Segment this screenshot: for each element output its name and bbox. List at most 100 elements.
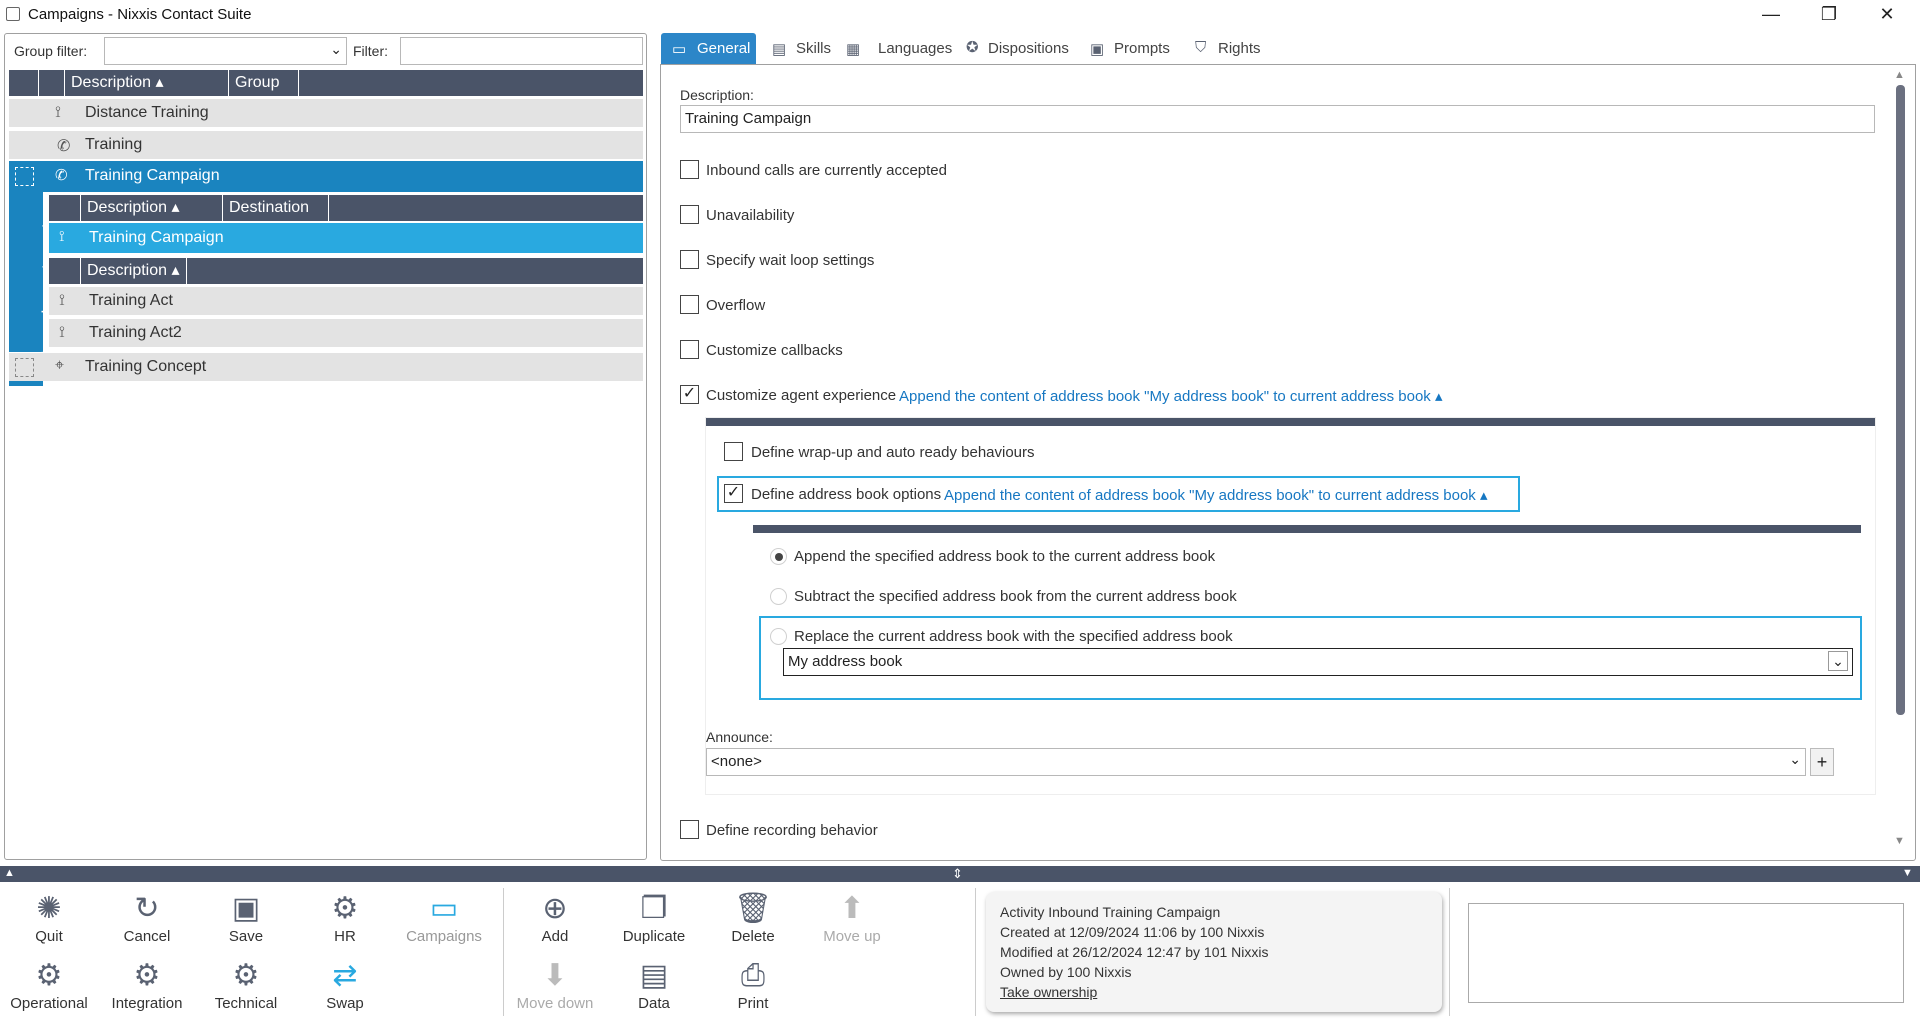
crosshair-icon: ⌖ <box>55 357 65 374</box>
grid-header: Description ▴ Group <box>9 70 643 96</box>
print-button[interactable]: ⎙ Print <box>708 957 798 1012</box>
gear-icon: ⚙ <box>232 959 260 992</box>
divider <box>1449 888 1450 1016</box>
description-input[interactable]: Training Campaign <box>680 105 1875 133</box>
divider <box>503 888 504 1016</box>
header-cell-blank <box>39 70 65 96</box>
filter-input[interactable] <box>400 37 643 65</box>
scrollbar-thumb[interactable] <box>1896 85 1905 715</box>
replace-radio[interactable] <box>770 628 787 645</box>
wrapup-checkbox[interactable] <box>724 442 743 461</box>
address-book-link[interactable]: Append the content of address book "My a… <box>944 486 1488 504</box>
take-ownership-link[interactable]: Take ownership <box>1000 982 1428 1002</box>
integration-button[interactable]: ⚙ Integration <box>102 957 192 1012</box>
move-down-button[interactable]: ⬇ Move down <box>510 957 600 1012</box>
header-group[interactable]: Group <box>229 70 299 96</box>
header-description[interactable]: Description ▴ <box>81 258 187 284</box>
minimize-button[interactable]: — <box>1742 0 1800 30</box>
scroll-down-icon[interactable]: ▼ <box>1894 835 1905 847</box>
option-label: Inbound calls are currently accepted <box>706 162 947 179</box>
button-label: Technical <box>214 995 278 1012</box>
option-label: Overflow <box>706 297 766 314</box>
header-description[interactable]: Description ▴ <box>81 195 223 221</box>
inbound-row-selected[interactable]: ⟟ Training Campaign <box>49 223 643 253</box>
add-announce-button[interactable]: + <box>1810 748 1834 776</box>
info-line: Created at 12/09/2024 11:06 by 100 Nixxi… <box>1000 924 1265 940</box>
swap-button[interactable]: ⇄ Swap <box>300 957 390 1012</box>
maximize-button[interactable]: ❐ <box>1800 0 1858 30</box>
address-book-select[interactable]: My address book ⌄ <box>783 648 1853 676</box>
refresh-icon: ↻ <box>134 892 160 925</box>
button-label: Data <box>638 995 670 1012</box>
splitter[interactable]: ▲ ⇕ ▼ <box>0 866 1920 882</box>
close-button[interactable]: ✕ <box>1858 0 1916 30</box>
scrollbar[interactable]: ▲ ▼ <box>1894 69 1906 849</box>
callbacks-checkbox[interactable] <box>680 340 699 359</box>
inbound-grid-header: Description ▴ Destination <box>49 195 643 221</box>
overflow-checkbox[interactable] <box>680 295 699 314</box>
duplicate-button[interactable]: ❐ Duplicate <box>609 890 699 945</box>
chevron-down-icon: ⌄ <box>1828 651 1848 671</box>
toolbar: ✺ Quit ↻ Cancel ▣ Save ⚙ HR ▭ Campaigns ⊕ Add … <box>0 882 1920 1020</box>
subtract-radio[interactable] <box>770 588 787 605</box>
list-item[interactable]: ✆ Training <box>9 130 643 159</box>
info-line: Activity Inbound Training Campaign <box>1000 904 1221 920</box>
collapse-icon[interactable] <box>15 167 34 186</box>
unavailability-checkbox[interactable] <box>680 205 699 224</box>
swap-icon: ⇄ <box>332 959 358 992</box>
button-label: Move down <box>516 995 594 1012</box>
option-label: Customize callbacks <box>706 342 843 359</box>
button-label: Delete <box>731 928 775 945</box>
cancel-button[interactable]: ↻ Cancel <box>102 890 192 945</box>
app-icon <box>6 7 20 21</box>
header-destination[interactable]: Destination <box>223 195 329 221</box>
inbound-accepted-checkbox[interactable] <box>680 160 699 179</box>
campaigns-button[interactable]: ▭ Campaigns <box>399 890 489 945</box>
window-title: Campaigns - Nixxis Contact Suite <box>28 6 252 23</box>
list-item-label: Training Campaign <box>85 167 220 184</box>
append-radio[interactable] <box>770 548 787 565</box>
list-item-selected[interactable]: ✆ Training Campaign <box>9 161 643 192</box>
operational-button[interactable]: ⚙ Operational <box>4 957 94 1012</box>
quit-button[interactable]: ✺ Quit <box>4 890 94 945</box>
notes-area[interactable] <box>1468 903 1904 1003</box>
print-icon: ⎙ <box>741 959 765 992</box>
info-box: Activity Inbound Training Campaign Creat… <box>986 892 1442 1012</box>
expand-icon[interactable] <box>15 358 34 377</box>
collapse-down-icon[interactable]: ▼ <box>1902 867 1913 879</box>
add-button[interactable]: ⊕ Add <box>510 890 600 945</box>
list-item[interactable]: ⟟ Training Act2 <box>49 318 643 347</box>
delete-button[interactable]: 🗑 Delete <box>708 890 798 945</box>
group-filter-label: Group filter: <box>14 43 88 59</box>
description-label: Description: <box>680 87 754 103</box>
announce-select[interactable]: <none> ⌄ <box>706 748 1806 776</box>
prompts-icon: ▣ <box>1090 41 1105 58</box>
recording-checkbox[interactable] <box>680 820 699 839</box>
list-item[interactable]: ⟟ Distance Training <box>9 98 643 127</box>
data-button[interactable]: ▤ Data <box>609 957 699 1012</box>
scroll-up-icon[interactable]: ▲ <box>1894 69 1905 81</box>
group-filter-select[interactable]: ⌄ <box>104 37 347 65</box>
list-item[interactable]: ⌖ Training Concept <box>9 352 643 381</box>
header-description[interactable]: Description ▴ <box>65 70 229 96</box>
collapse-up-icon[interactable]: ▲ <box>4 867 15 879</box>
button-label: HR <box>334 928 356 945</box>
resize-handle-icon[interactable]: ⇕ <box>952 866 963 882</box>
button-label: Move up <box>823 928 881 945</box>
agent-experience-link[interactable]: Append the content of address book "My a… <box>899 387 1443 405</box>
save-button[interactable]: ▣ Save <box>201 890 291 945</box>
radio-label: Replace the current address book with th… <box>794 628 1233 645</box>
hr-button[interactable]: ⚙ HR <box>300 890 390 945</box>
arrow-down-icon: ⬇ <box>542 959 568 992</box>
list-item-label: Training Concept <box>85 358 207 375</box>
agent-experience-checkbox[interactable]: ✓ <box>680 385 699 404</box>
button-label: Add <box>541 928 569 945</box>
move-up-button[interactable]: ⬆ Move up <box>807 890 897 945</box>
radio-label: Subtract the specified address book from… <box>794 588 1237 605</box>
address-book-checkbox[interactable]: ✓ <box>724 484 743 503</box>
wrapup-label: Define wrap-up and auto ready behaviours <box>751 444 1035 461</box>
list-item[interactable]: ⟟ Training Act <box>49 286 643 315</box>
button-label: Campaigns <box>406 928 482 945</box>
wait-loop-checkbox[interactable] <box>680 250 699 269</box>
technical-button[interactable]: ⚙ Technical <box>201 957 291 1012</box>
